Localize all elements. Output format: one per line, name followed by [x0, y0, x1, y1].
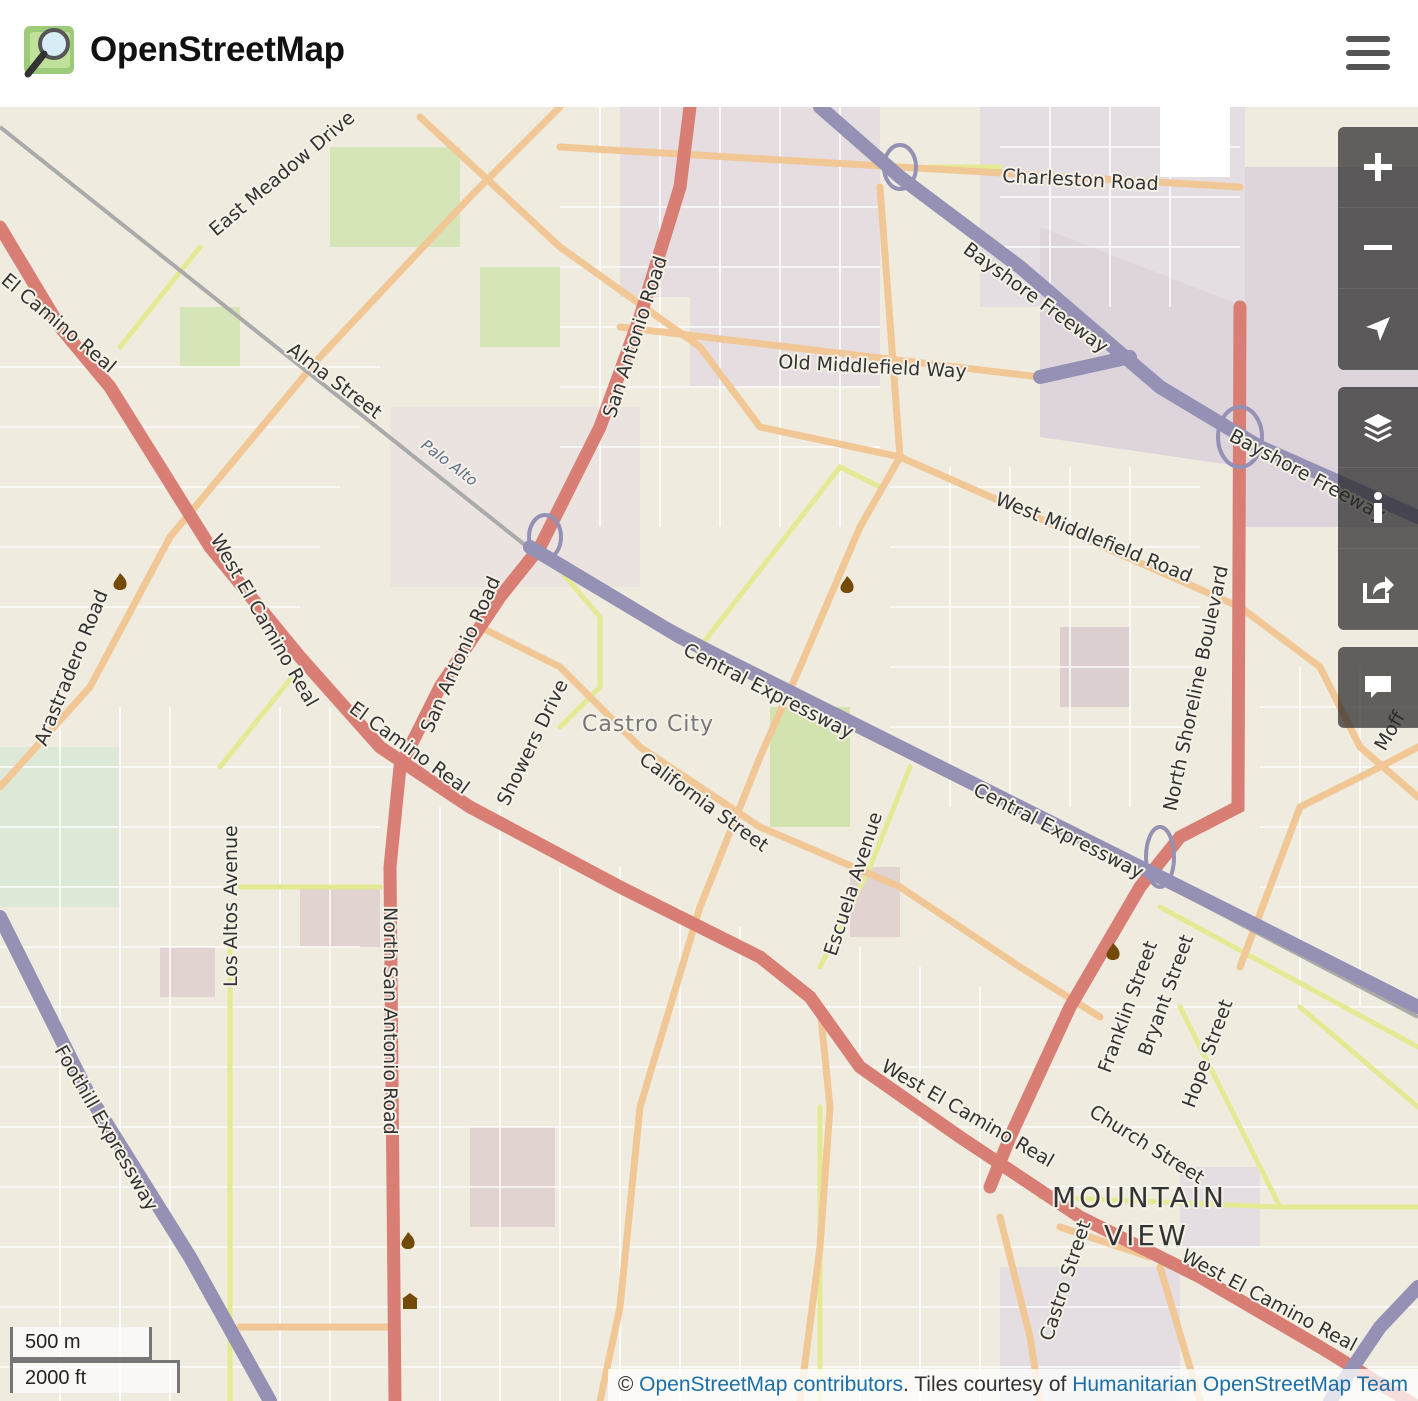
- share-icon[interactable]: [1338, 549, 1418, 630]
- street-label: Hope Street: [1178, 997, 1237, 1111]
- street-label: West El Camino Real: [878, 1055, 1058, 1172]
- location-arrow-icon[interactable]: [1338, 289, 1418, 370]
- map-canvas[interactable]: East Meadow Drive Charleston Road Baysho…: [0, 107, 1418, 1401]
- map-tiles[interactable]: East Meadow Drive Charleston Road Baysho…: [0, 107, 1418, 1401]
- place-label: Castro City: [582, 712, 714, 737]
- fire-station-icon: [113, 573, 127, 590]
- osm-logo[interactable]: [22, 22, 78, 80]
- street-label: West Middlefield Road: [992, 488, 1195, 587]
- hot-team-link[interactable]: Humanitarian OpenStreetMap Team: [1072, 1373, 1408, 1396]
- header: OpenStreetMap: [0, 0, 1418, 107]
- fire-station-icon: [401, 1232, 415, 1249]
- street-label: San Antonio Road: [416, 573, 505, 736]
- street-label: North San Antonio Road: [379, 907, 401, 1135]
- note-comment-icon[interactable]: [1338, 647, 1418, 728]
- street-label: Central Expressway: [970, 779, 1147, 884]
- street-label: Showers Drive: [493, 676, 573, 809]
- osm-contributors-link[interactable]: OpenStreetMap contributors: [639, 1373, 903, 1396]
- attribution-middle: . Tiles courtesy of: [902, 1373, 1073, 1396]
- info-icon[interactable]: [1338, 468, 1418, 549]
- brand-name[interactable]: OpenStreetMap: [90, 30, 345, 70]
- zoom-out-icon[interactable]: [1338, 208, 1418, 289]
- zoom-controls: [1338, 127, 1418, 370]
- town-hall-icon: [402, 1293, 418, 1309]
- place-label: VIEW: [1104, 1219, 1189, 1252]
- street-label: North Shoreline Boulevard: [1159, 564, 1233, 814]
- street-label: California Street: [635, 748, 773, 856]
- fire-station-icon: [840, 576, 854, 593]
- street-label: Church Street: [1085, 1101, 1208, 1189]
- note-controls: [1338, 647, 1418, 728]
- street-label: El Camino Real: [345, 697, 473, 799]
- map-tools: [1338, 387, 1418, 630]
- street-label: West El Camino Real: [1178, 1245, 1361, 1356]
- street-label: West El Camino Real: [206, 531, 323, 711]
- attribution-prefix: ©: [617, 1373, 640, 1396]
- scale-metric: 500 m: [10, 1327, 152, 1360]
- zoom-in-icon[interactable]: [1338, 127, 1418, 208]
- layers-icon[interactable]: [1338, 387, 1418, 468]
- place-label: MOUNTAIN: [1052, 1181, 1227, 1214]
- hamburger-menu-icon[interactable]: [1346, 36, 1390, 74]
- street-label: Los Altos Avenue: [220, 825, 242, 987]
- scale-imperial: 2000 ft: [10, 1360, 180, 1393]
- attribution: © OpenStreetMap contributors. Tiles cour…: [607, 1369, 1418, 1401]
- street-label: El Camino Real: [0, 269, 120, 378]
